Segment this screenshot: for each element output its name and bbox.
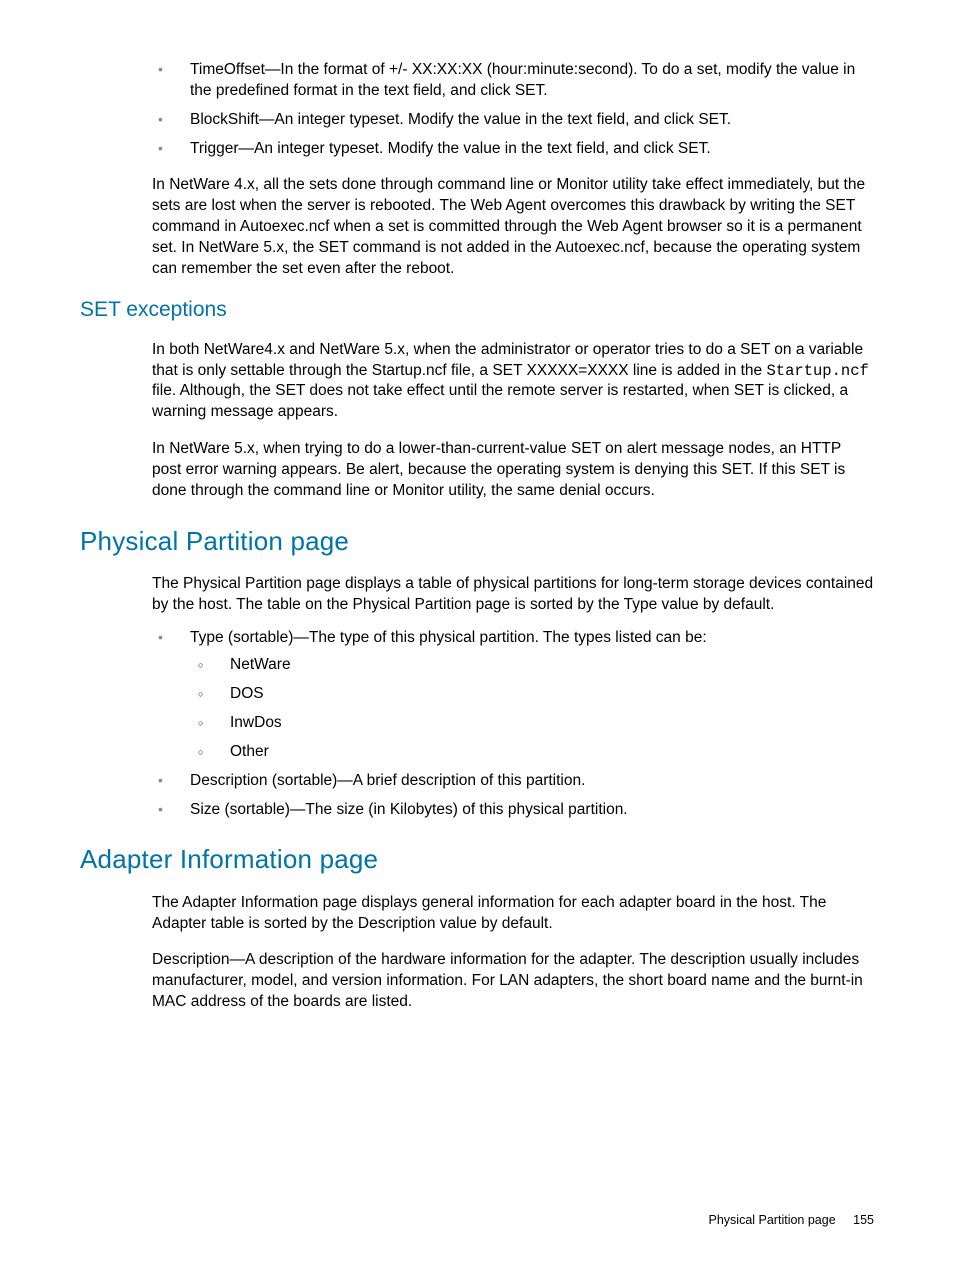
paragraph-adapter-1: The Adapter Information page displays ge…: [152, 893, 874, 935]
list-item: DOS: [190, 684, 874, 705]
paragraph-adapter-2: Description—A description of the hardwar…: [152, 950, 874, 1013]
text-run: file. Although, the SET does not take ef…: [152, 382, 848, 420]
list-item: TimeOffset—In the format of +/- XX:XX:XX…: [152, 60, 874, 102]
pp-bullet-list: Type (sortable)—The type of this physica…: [152, 628, 874, 820]
paragraph-netware4: In NetWare 4.x, all the sets done throug…: [152, 175, 874, 280]
list-item: InwDos: [190, 713, 874, 734]
list-item: Size (sortable)—The size (in Kilobytes) …: [152, 800, 874, 821]
list-text: Size (sortable)—The size (in Kilobytes) …: [190, 801, 628, 818]
list-item: Type (sortable)—The type of this physica…: [152, 628, 874, 763]
list-item: Trigger—An integer typeset. Modify the v…: [152, 139, 874, 160]
heading-adapter-information: Adapter Information page: [80, 842, 874, 877]
footer-section: Physical Partition page: [709, 1213, 836, 1227]
list-text: BlockShift—An integer typeset. Modify th…: [190, 111, 731, 128]
document-page: TimeOffset—In the format of +/- XX:XX:XX…: [0, 0, 954, 1271]
heading-physical-partition: Physical Partition page: [80, 524, 874, 559]
pp-type-sublist: NetWare DOS InwDos Other: [190, 655, 874, 763]
paragraph-set-exceptions-2: In NetWare 5.x, when trying to do a lowe…: [152, 439, 874, 502]
page-footer: Physical Partition page 155: [709, 1212, 875, 1229]
list-item: Other: [190, 742, 874, 763]
inline-code: Startup.ncf: [766, 362, 868, 380]
paragraph-set-exceptions-1: In both NetWare4.x and NetWare 5.x, when…: [152, 340, 874, 424]
list-text: Trigger—An integer typeset. Modify the v…: [190, 140, 711, 157]
list-text: Description (sortable)—A brief descripti…: [190, 772, 585, 789]
list-item: NetWare: [190, 655, 874, 676]
list-text: DOS: [230, 685, 264, 702]
page-number: 155: [853, 1213, 874, 1227]
paragraph-pp-intro: The Physical Partition page displays a t…: [152, 574, 874, 616]
heading-set-exceptions: SET exceptions: [80, 296, 874, 324]
list-text: NetWare: [230, 656, 291, 673]
list-text: TimeOffset—In the format of +/- XX:XX:XX…: [190, 61, 855, 99]
list-text: Type (sortable)—The type of this physica…: [190, 629, 707, 646]
list-item: Description (sortable)—A brief descripti…: [152, 771, 874, 792]
list-text: InwDos: [230, 714, 282, 731]
list-item: BlockShift—An integer typeset. Modify th…: [152, 110, 874, 131]
top-bullet-list: TimeOffset—In the format of +/- XX:XX:XX…: [152, 60, 874, 160]
list-text: Other: [230, 743, 269, 760]
text-run: In both NetWare4.x and NetWare 5.x, when…: [152, 341, 863, 379]
